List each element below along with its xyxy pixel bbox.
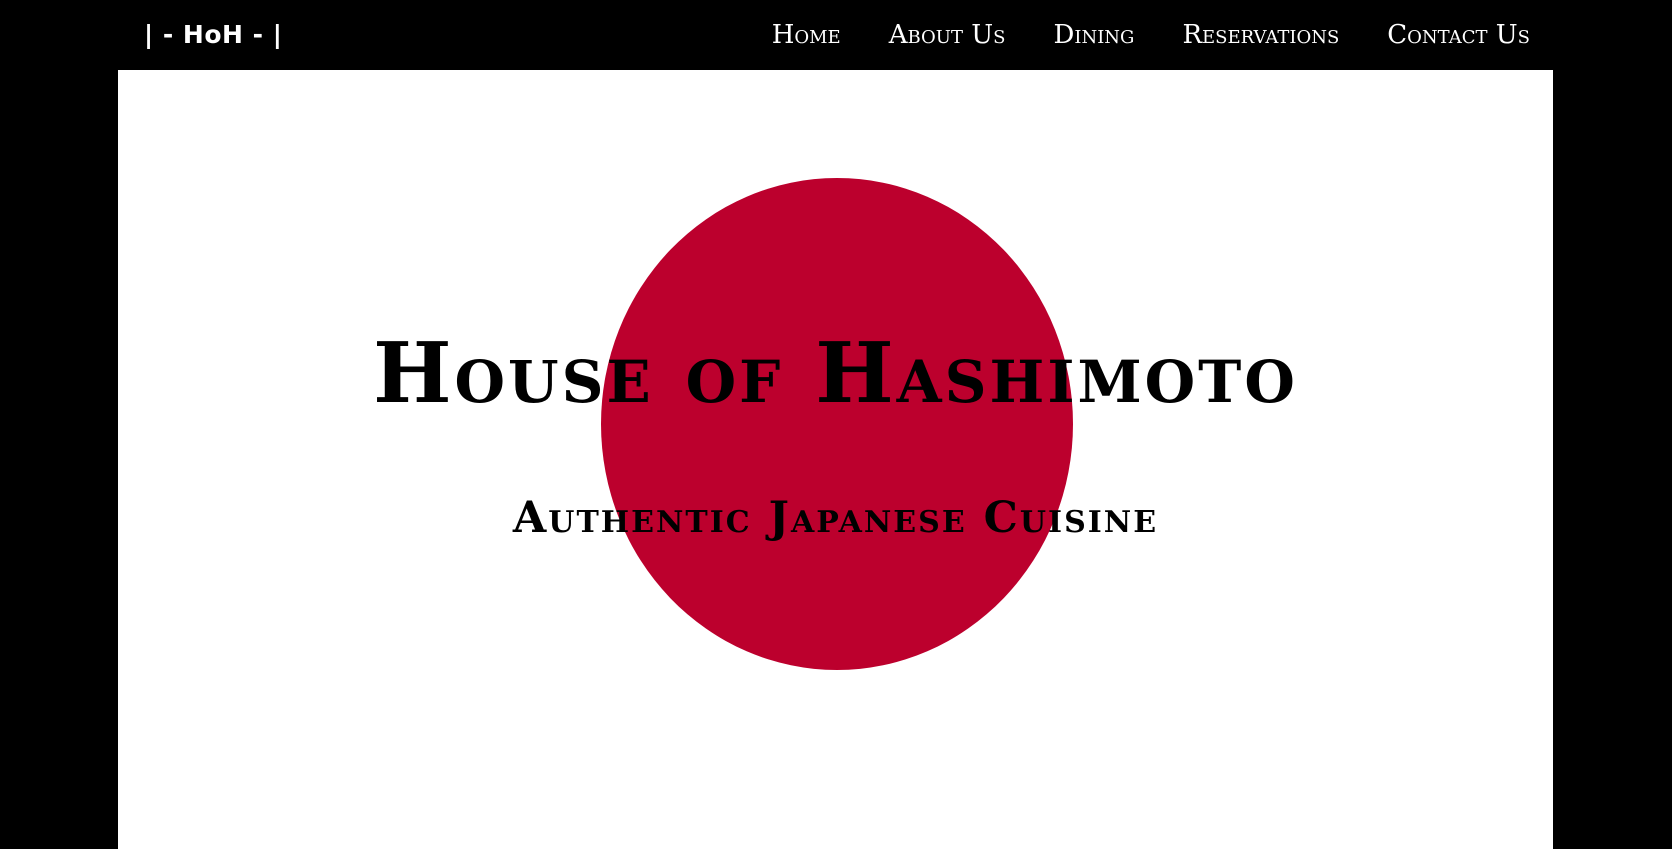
top-navbar: | - HoH - | Home About Us Dining Reserva… <box>0 0 1672 70</box>
hero-subtitle: Authentic Japanese Cuisine <box>512 493 1159 543</box>
main-nav: Home About Us Dining Reservations Contac… <box>772 16 1530 54</box>
rising-sun-circle <box>601 178 1073 670</box>
nav-link-contact-us[interactable]: Contact Us <box>1387 16 1530 54</box>
hero-title: House of Hashimoto <box>373 324 1298 422</box>
nav-link-reservations[interactable]: Reservations <box>1182 16 1339 54</box>
nav-link-home[interactable]: Home <box>772 16 841 54</box>
nav-link-about-us[interactable]: About Us <box>889 16 1006 54</box>
brand-logo-link[interactable]: | - HoH - | <box>144 16 282 54</box>
nav-link-dining[interactable]: Dining <box>1053 16 1134 54</box>
hero-banner: House of Hashimoto Authentic Japanese Cu… <box>118 70 1553 849</box>
